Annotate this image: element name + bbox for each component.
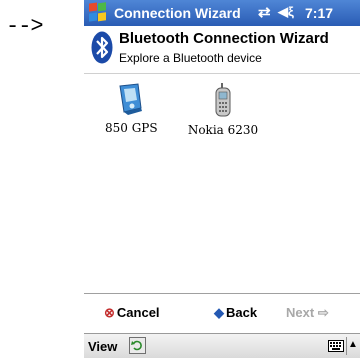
window-title: Connection Wizard [114, 5, 241, 21]
connectivity-icon[interactable]: ⇄ [258, 3, 271, 21]
back-arrow-icon: ◆ [214, 305, 224, 320]
divider [84, 293, 360, 294]
title-bar: Connection Wizard ⇄ ◀ξ 7:17 [84, 0, 360, 26]
cancel-label: Cancel [116, 305, 160, 320]
mobile-phone-icon [186, 82, 260, 123]
wizard-header: Bluetooth Connection Wizard Explore a Bl… [84, 26, 360, 74]
page-subtitle: Explore a Bluetooth device [119, 51, 262, 65]
device-item-gps[interactable]: 850 GPS [105, 82, 158, 135]
wizard-buttons: ⊗ Cancel ◆ Back Next ⇨ [84, 296, 360, 330]
volume-icon[interactable]: ◀ξ [278, 4, 294, 20]
pocket-pc-screen: Connection Wizard ⇄ ◀ξ 7:17 Bluetooth Co… [84, 0, 360, 358]
back-label: Back [226, 305, 258, 320]
cancel-icon: ⊗ [104, 305, 115, 320]
back-button[interactable]: ◆ Back [214, 305, 257, 321]
device-label: Nokia 6230 [187, 123, 259, 137]
device-item-nokia[interactable]: Nokia 6230 [186, 82, 260, 137]
gps-device-icon [105, 82, 155, 121]
device-label: 850 GPS [105, 121, 158, 135]
next-label: Next [286, 305, 315, 320]
annotation-arrow: --> [6, 14, 44, 39]
bluetooth-icon [91, 31, 113, 64]
view-menu[interactable]: View [88, 339, 117, 354]
next-arrow-icon: ⇨ [317, 305, 329, 320]
keyboard-icon[interactable] [328, 339, 344, 352]
page-title: Bluetooth Connection Wizard [119, 30, 329, 47]
menu-bar: View ▲ [84, 333, 360, 358]
next-button: Next ⇨ [286, 305, 329, 321]
input-menu-arrow-icon[interactable]: ▲ [346, 337, 359, 355]
cancel-button[interactable]: ⊗ Cancel [104, 305, 160, 321]
windows-start-icon[interactable] [86, 2, 110, 24]
refresh-icon[interactable] [129, 337, 146, 354]
clock[interactable]: 7:17 [305, 5, 333, 21]
